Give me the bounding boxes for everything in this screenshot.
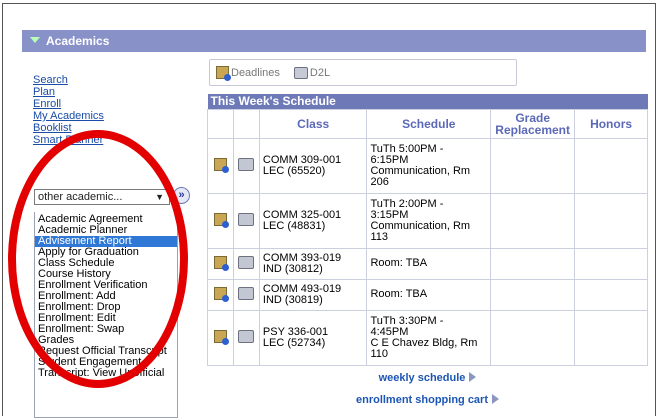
sched-line: 6:15PM xyxy=(370,153,409,166)
class-calendar-icon[interactable] xyxy=(213,286,229,302)
play-arrow-icon xyxy=(469,372,477,382)
nav-link-smart-planner[interactable]: Smart Planner xyxy=(33,134,104,146)
option-transcript-view-unofficial[interactable]: Transcript: View Unofficial xyxy=(35,368,177,379)
class-section: LEC (48831) xyxy=(262,219,326,232)
sched-line: Communication, Rm xyxy=(370,219,471,232)
class-calendar-icon[interactable] xyxy=(213,329,229,345)
dropdown-arrow-icon: ▼ xyxy=(155,192,164,202)
col-header-class: Class xyxy=(258,108,368,139)
d2l-course-icon[interactable] xyxy=(238,157,255,171)
class-section: IND (30819) xyxy=(262,293,323,306)
table-row: COMM 325-001 LEC (48831) TuTh 2:00PM -3:1… xyxy=(207,192,648,249)
honors-cell xyxy=(574,137,648,194)
class-calendar-icon[interactable] xyxy=(213,157,229,173)
deadlines-label: Deadlines xyxy=(231,66,280,79)
honors-cell xyxy=(574,309,648,366)
icon-col-header xyxy=(232,108,260,139)
academics-header[interactable]: Academics xyxy=(22,30,646,52)
grade-replacement-cell xyxy=(490,278,576,311)
weekly-schedule-table: This Week's Schedule Class Schedule Grad… xyxy=(207,94,648,366)
side-nav: Search Plan Enroll My Academics Booklist… xyxy=(33,74,104,146)
dropdown-options-list: Academic Agreement Academic Planner Advi… xyxy=(34,212,178,418)
sched-line: 113 xyxy=(370,230,388,243)
select-value: other academic... xyxy=(38,191,123,203)
sched-line: 4:45PM xyxy=(370,325,409,338)
section-title: Academics xyxy=(46,34,110,48)
nav-link-search[interactable]: Search xyxy=(33,74,104,86)
class-section: LEC (52734) xyxy=(262,336,326,349)
sched-line: TuTh 3:30PM - xyxy=(370,314,444,327)
table-row: PSY 336-001 LEC (52734) TuTh 3:30PM -4:45… xyxy=(207,309,648,366)
icon-col-header xyxy=(207,108,234,139)
nav-link-enroll[interactable]: Enroll xyxy=(33,98,104,110)
sched-line: 110 xyxy=(370,347,388,360)
d2l-link[interactable]: D2L xyxy=(293,66,331,79)
grade-replacement-cell xyxy=(490,309,576,366)
sched-line: TuTh 2:00PM - xyxy=(370,197,444,210)
calendar-icon xyxy=(216,66,231,81)
expand-triangle-icon[interactable] xyxy=(30,37,40,43)
honors-cell xyxy=(574,247,648,280)
sched-line: 206 xyxy=(370,175,389,188)
class-code: COMM 493-019 xyxy=(262,282,342,295)
table-row: COMM 493-019 IND (30819) Room: TBA xyxy=(207,278,648,311)
d2l-label: D2L xyxy=(309,66,331,79)
table-row: COMM 393-019 IND (30812) Room: TBA xyxy=(207,247,648,280)
enrollment-cart-link[interactable]: enrollment shopping cart xyxy=(207,394,648,406)
schedule-caption: This Week's Schedule xyxy=(207,94,648,109)
d2l-icon xyxy=(293,66,308,79)
go-button[interactable]: » xyxy=(173,187,190,204)
other-academic-select[interactable]: other academic... ▼ xyxy=(34,189,170,205)
sched-line: C E Chavez Bldg, Rm xyxy=(370,336,478,349)
weekly-schedule-link[interactable]: weekly schedule xyxy=(207,372,648,384)
class-code: COMM 309-001 xyxy=(262,153,342,166)
class-code: COMM 393-019 xyxy=(262,251,342,264)
d2l-course-icon[interactable] xyxy=(238,255,255,269)
nav-link-my-academics[interactable]: My Academics xyxy=(33,110,104,122)
sched-line: 3:15PM xyxy=(370,208,409,221)
deadlines-link[interactable]: Deadlines xyxy=(216,66,280,81)
class-code: COMM 325-001 xyxy=(262,208,342,221)
grade-replacement-cell xyxy=(490,137,576,194)
class-code: PSY 336-001 xyxy=(262,325,329,338)
nav-link-booklist[interactable]: Booklist xyxy=(33,122,104,134)
class-section: LEC (65520) xyxy=(262,164,326,177)
class-calendar-icon[interactable] xyxy=(213,212,229,228)
class-section: IND (30812) xyxy=(262,262,323,275)
d2l-course-icon[interactable] xyxy=(238,212,255,226)
honors-cell xyxy=(574,278,648,311)
tools-bar: Deadlines D2L xyxy=(209,59,517,86)
weekly-schedule-label: weekly schedule xyxy=(378,372,466,384)
play-arrow-icon xyxy=(492,394,499,404)
col-header-schedule: Schedule xyxy=(366,108,492,139)
enrollment-cart-label: enrollment shopping cart xyxy=(355,394,488,406)
d2l-course-icon[interactable] xyxy=(238,329,255,343)
table-row: COMM 309-001 LEC (65520) TuTh 5:00PM -6:1… xyxy=(207,137,648,194)
nav-link-plan[interactable]: Plan xyxy=(33,86,104,98)
sched-line: Room: TBA xyxy=(370,288,428,300)
sched-line: Room: TBA xyxy=(370,257,428,269)
d2l-course-icon[interactable] xyxy=(238,286,255,300)
class-calendar-icon[interactable] xyxy=(213,255,229,271)
col-header-grade-replacement: Grade Replacement xyxy=(490,108,576,139)
col-header-honors: Honors xyxy=(574,108,648,139)
grade-replacement-cell xyxy=(490,247,576,280)
sched-line: Communication, Rm xyxy=(370,164,471,177)
grade-replacement-cell xyxy=(490,192,576,249)
sched-line: TuTh 5:00PM - xyxy=(370,142,444,155)
honors-cell xyxy=(574,192,648,249)
